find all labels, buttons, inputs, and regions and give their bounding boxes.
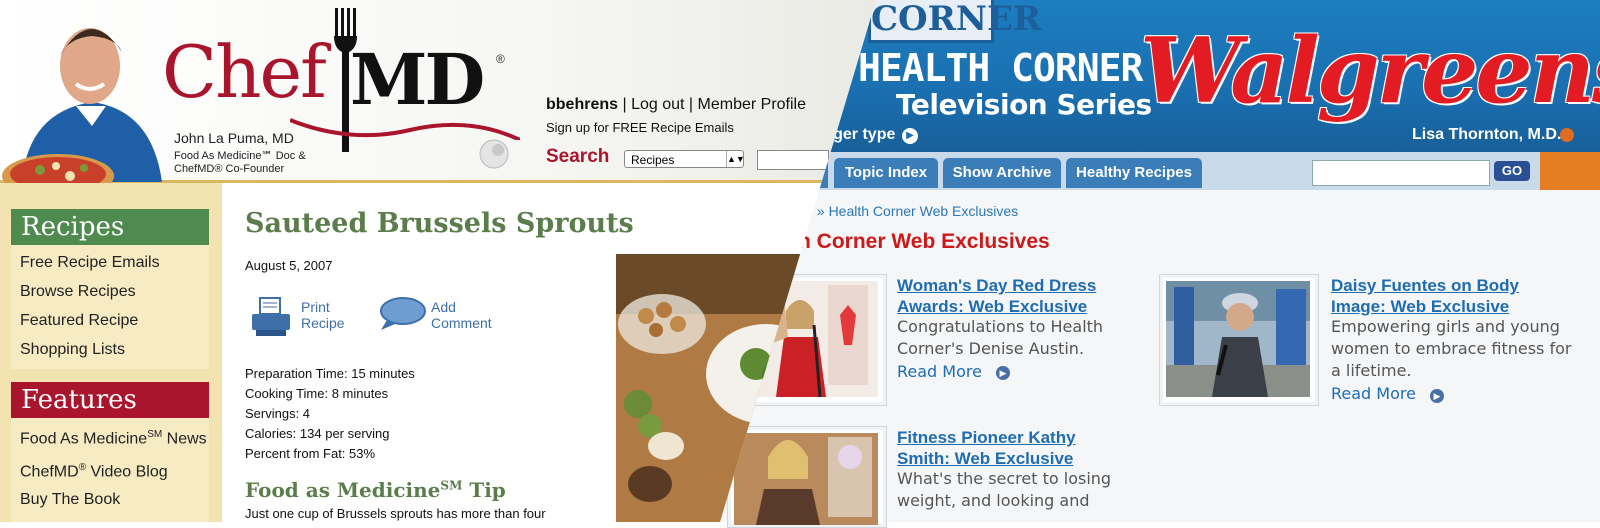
kathy-smith-photo-icon — [734, 433, 878, 525]
nav-accent — [1540, 152, 1600, 190]
select-arrows-icon[interactable]: ▲▼ — [726, 151, 745, 167]
doctor-name: John La Puma, MD — [174, 130, 294, 146]
tab-show-archive[interactable]: Show Archive — [943, 158, 1061, 188]
card-thumbnail-daisy-fuentes[interactable] — [1159, 274, 1319, 406]
card-title-daisy-fuentes[interactable]: Daisy Fuentes on Body Image: Web Exclusiv… — [1331, 275, 1519, 317]
recipe-date: August 5, 2007 — [245, 258, 333, 273]
sidebar-heading-features: Features — [11, 382, 209, 418]
play-arrow-icon[interactable]: ▶ — [1430, 389, 1444, 403]
daisy-fuentes-photo-icon — [1166, 281, 1310, 397]
doctor-title-line1: Food As Medicine℠ Doc & — [174, 150, 306, 162]
search-category-select[interactable]: Recipes ▲▼ — [624, 150, 745, 168]
logout-link[interactable]: Log out — [631, 96, 684, 113]
member-profile-link[interactable]: Member Profile — [698, 96, 806, 113]
recipe-title: Sauteed Brussels Sprouts — [245, 208, 634, 239]
username: bbehrens — [546, 96, 619, 113]
print-recipe-link[interactable]: Print Recipe — [301, 299, 345, 331]
sidebar-item-shopping-lists[interactable]: Shopping Lists — [20, 341, 125, 359]
search-input[interactable] — [757, 150, 829, 170]
walgreens-logo[interactable]: Walgreens — [1140, 18, 1600, 124]
corner-badge: CORNER — [868, 0, 1041, 43]
tab-healthy-recipes[interactable]: Healthy Recipes — [1066, 158, 1202, 188]
sidebar-item-food-as-medicine-news[interactable]: Food As MedicineSM News — [20, 429, 207, 448]
recipe-fact: Cooking Time: 8 minutes — [245, 386, 389, 401]
go-button[interactable]: GO — [1494, 161, 1530, 181]
tip-text: Just one cup of Brussels sprouts has mor… — [245, 506, 546, 521]
read-more-link[interactable]: Read More — [897, 362, 982, 381]
card-title-kathy-smith[interactable]: Fitness Pioneer Kathy Smith: Web Exclusiv… — [897, 427, 1076, 469]
recipe-fact: Calories: 134 per serving — [245, 426, 390, 441]
page-title: n Corner Web Exclusives — [798, 230, 1050, 253]
breadcrumb-current: » Health Corner Web Exclusives — [816, 203, 1019, 219]
breadcrumb: y » Health Corner Web Exclusives — [796, 203, 1018, 219]
play-arrow-icon[interactable]: ▶ — [996, 366, 1010, 380]
search-label: Search — [546, 146, 610, 167]
add-comment-link[interactable]: Add Comment — [431, 299, 492, 331]
sidebar-item-chefmd-video-blog[interactable]: ChefMD® Video Blog — [20, 462, 168, 481]
host-name: Lisa Thornton, M.D. — [1412, 126, 1562, 143]
registered-mark: ® — [496, 52, 505, 66]
sidebar-item-browse-recipes[interactable]: Browse Recipes — [20, 283, 136, 301]
decorative-ball-icon — [478, 138, 510, 170]
sidebar-item-buy-the-book[interactable]: Buy The Book — [20, 491, 120, 509]
sidebar-item-free-recipe-emails[interactable]: Free Recipe Emails — [20, 254, 160, 272]
separator: | — [688, 96, 694, 113]
user-links: bbehrens | Log out | Member Profile — [546, 96, 806, 114]
sidebar-heading-recipes: Recipes — [11, 209, 209, 245]
separator: | — [622, 96, 627, 113]
host-badge-icon — [1560, 128, 1574, 142]
card-desc-red-dress: Congratulations to Health Corner's Denise… — [897, 317, 1104, 358]
play-arrow-icon[interactable]: ▶ — [902, 128, 918, 144]
comment-bubble-icon[interactable] — [379, 296, 427, 332]
search-input[interactable] — [1312, 160, 1490, 186]
card-thumbnail-kathy-smith[interactable] — [727, 426, 887, 528]
tip-heading: Food as MedicineSM Tip — [245, 478, 506, 502]
logo-swoosh-icon — [290, 100, 520, 140]
search-select-value: Recipes — [631, 153, 675, 167]
recipe-fact: Preparation Time: 15 minutes — [245, 366, 415, 381]
read-more-link[interactable]: Read More — [1331, 384, 1416, 403]
series-subtitle: Television Series — [896, 88, 1152, 121]
recipe-fact: Servings: 4 — [245, 406, 311, 421]
doctor-title-line2: ChefMD® Co-Founder — [174, 163, 285, 175]
card-desc-kathy-smith: What's the secret to losing weight, and l… — [897, 469, 1112, 510]
sidebar-item-featured-recipe[interactable]: Featured Recipe — [20, 312, 138, 330]
tab-topic-index[interactable]: Topic Index — [834, 158, 938, 188]
card-desc-daisy-fuentes: Empowering girls and young women to embra… — [1331, 317, 1572, 380]
recipe-fact: Percent from Fat: 53% — [245, 446, 376, 461]
card-title-red-dress[interactable]: Woman's Day Red Dress Awards: Web Exclusi… — [897, 275, 1096, 317]
printer-icon[interactable] — [250, 296, 292, 338]
signup-link[interactable]: Sign up for FREE Recipe Emails — [546, 120, 734, 135]
series-title: HEALTH CORNER — [858, 46, 1143, 90]
